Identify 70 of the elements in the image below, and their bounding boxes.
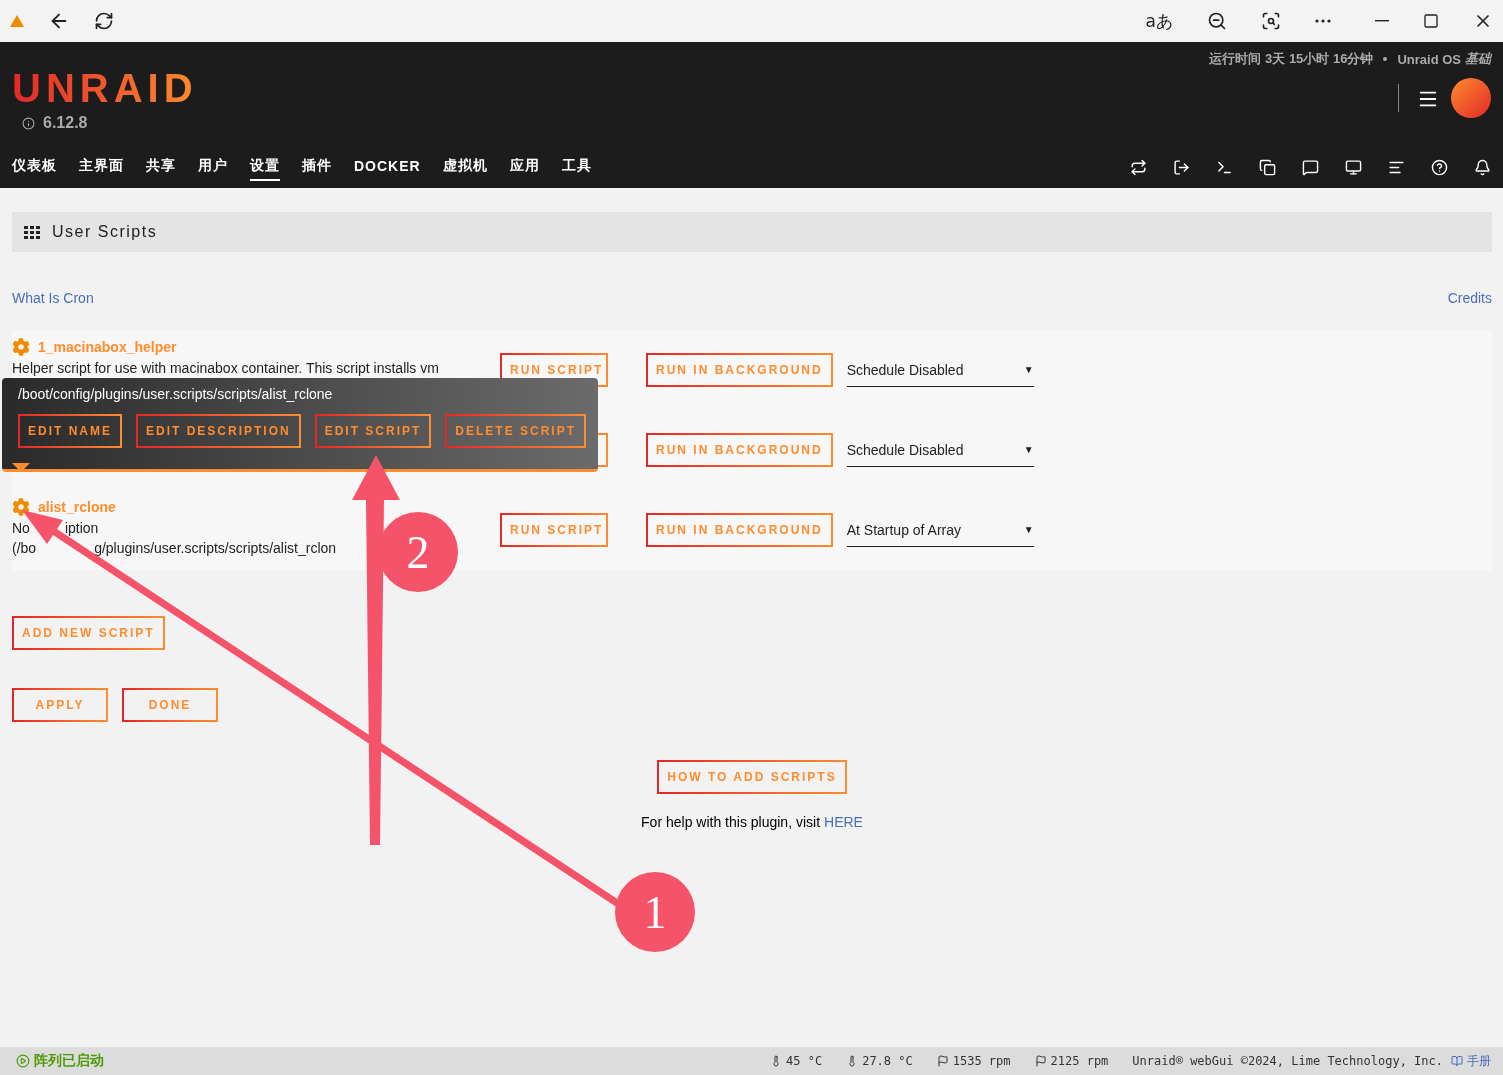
gear-icon[interactable]: [12, 498, 30, 516]
play-icon: [16, 1054, 30, 1068]
temperature-text: 45 °C: [786, 1054, 823, 1068]
popover-button[interactable]: EDIT SCRIPT: [314, 414, 432, 448]
nav-tab[interactable]: DOCKER: [354, 154, 421, 181]
fan-speed-text: 2125 rpm: [1050, 1054, 1109, 1068]
refresh-icon: [94, 11, 114, 31]
version-text: 6.12.8: [43, 114, 88, 132]
maximize-icon: [1423, 13, 1439, 29]
copy-icon[interactable]: [1259, 158, 1276, 176]
popover-button[interactable]: EDIT NAME: [18, 414, 122, 448]
nav-tab[interactable]: 虚拟机: [442, 153, 488, 182]
array-status: 阵列已启动: [34, 1052, 104, 1070]
script-description: (/bo: [12, 540, 37, 556]
zoom-out-button[interactable]: [1207, 11, 1227, 31]
logo-icon: [10, 15, 24, 27]
server-avatar[interactable]: [1451, 78, 1491, 118]
grid-icon: [24, 225, 40, 239]
help-text: For help with this plugin, visit: [641, 814, 821, 830]
nav-tab[interactable]: 插件: [302, 153, 332, 182]
credits-link[interactable]: Credits: [1447, 290, 1492, 306]
visual-search-button[interactable]: [1261, 11, 1281, 31]
copyright-text: Unraid® webGui ©2024, Lime Technology, Inc.: [1132, 1054, 1443, 1068]
cron-link[interactable]: What Is Cron: [12, 290, 94, 306]
script-description: No: [12, 520, 30, 536]
scan-search-icon: [1261, 11, 1281, 31]
nav-tab[interactable]: 工具: [561, 153, 592, 182]
nav-tab[interactable]: 主界面: [79, 153, 124, 182]
script-name: 1_macinabox_helper: [38, 339, 177, 355]
book-icon: [1451, 1055, 1463, 1067]
schedule-select[interactable]: Schedule Disabled ▼: [846, 353, 1034, 387]
popover-button[interactable]: EDIT DESCRIPTION: [136, 414, 301, 448]
here-link[interactable]: HERE: [824, 814, 863, 830]
monitor-icon[interactable]: [1345, 158, 1362, 176]
nav-tab[interactable]: 设置: [250, 153, 280, 182]
info-icon: [22, 116, 35, 130]
help-icon[interactable]: [1431, 158, 1448, 176]
maximize-button[interactable]: [1423, 13, 1439, 29]
bullet-icon: [1383, 57, 1388, 61]
more-button[interactable]: [1315, 19, 1331, 23]
os-label: Unraid OS: [1397, 51, 1461, 67]
minimize-button[interactable]: [1375, 20, 1389, 22]
script-path: /boot/config/plugins/user.scripts/scripts/alist_rclone: [18, 386, 334, 402]
zoom-out-icon: [1207, 11, 1227, 31]
message-icon[interactable]: [1302, 158, 1319, 176]
nav-tab[interactable]: 共享: [146, 153, 176, 182]
temperature-text: 27.8 °C: [862, 1054, 913, 1068]
script-name: alist_rclone: [38, 499, 116, 515]
nav-tab[interactable]: 仪表板: [12, 153, 57, 182]
translate-button[interactable]: aあ: [1145, 9, 1173, 33]
os-edition: 基础: [1465, 50, 1491, 68]
script-description: Helper script for use with macinabox container. This script installs vm: [12, 360, 439, 376]
bell-icon[interactable]: [1474, 158, 1491, 176]
schedule-select[interactable]: At Startup of Array ▼: [846, 513, 1034, 547]
annotation-number: 1: [615, 872, 695, 952]
script-description: g/plugins/user.scripts/scripts/alist_rclon: [94, 540, 337, 556]
page-title: User Scripts: [52, 223, 158, 241]
refresh-button[interactable]: [94, 11, 114, 31]
nav-tab[interactable]: 用户: [198, 153, 228, 182]
repeat-icon[interactable]: [1130, 158, 1147, 176]
minimize-icon: [1375, 20, 1389, 22]
fan-speed-text: 1535 rpm: [952, 1054, 1011, 1068]
script-description: iption: [64, 520, 99, 536]
logout-icon[interactable]: [1173, 158, 1190, 176]
more-icon: [1315, 19, 1331, 23]
uptime-text: 运行时间 3天 15小时 16分钟: [1209, 50, 1374, 68]
schedule-select[interactable]: Schedule Disabled ▼: [846, 433, 1034, 467]
manual-link[interactable]: 手册: [1467, 1052, 1491, 1070]
nav-tab[interactable]: 应用: [509, 153, 540, 182]
popover-button[interactable]: DELETE SCRIPT: [445, 414, 587, 448]
